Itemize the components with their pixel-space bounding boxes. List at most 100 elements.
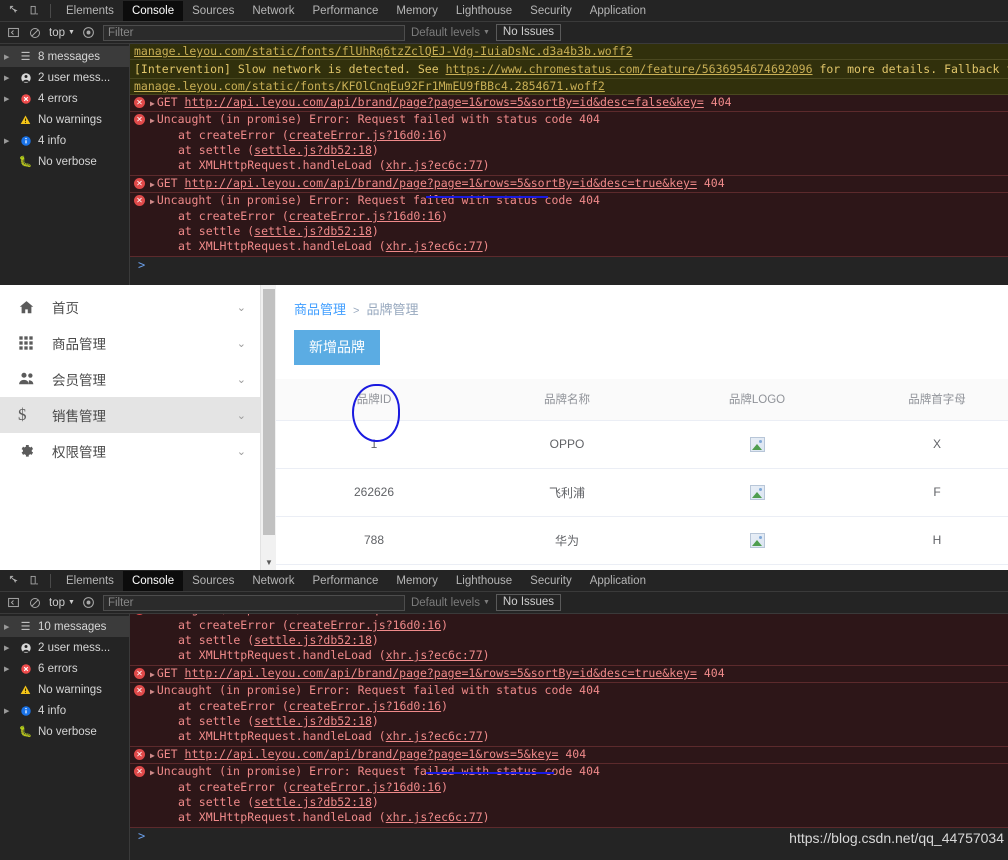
expand-arrow-icon[interactable]: ▶ xyxy=(150,99,155,108)
chevron-down-icon[interactable]: ⌄ xyxy=(237,301,246,314)
console-error-get-row[interactable]: ✕ ▶ GET http://api.leyou.com/api/brand/pag… xyxy=(130,666,1008,683)
sidebar-item-verbose[interactable]: ▶ 🐛 No verbose xyxy=(0,151,129,172)
clear-console-icon[interactable] xyxy=(27,25,43,41)
tab-lighthouse[interactable]: Lighthouse xyxy=(447,1,521,21)
table-row[interactable]: 1 OPPO X xyxy=(276,420,1008,469)
expand-triangle-icon[interactable]: ▶ xyxy=(4,644,13,652)
console-warning-row[interactable]: [Intervention] Slow network is detected.… xyxy=(130,60,1008,79)
tab-application[interactable]: Application xyxy=(581,571,655,591)
request-url-link[interactable]: http://api.leyou.com/api/brand/page?page… xyxy=(185,176,697,190)
sidebar-item-permission-management[interactable]: 权限管理 ⌄ xyxy=(0,433,260,469)
tab-memory[interactable]: Memory xyxy=(387,571,447,591)
chevron-down-icon[interactable]: ⌄ xyxy=(237,445,246,458)
table-row[interactable]: 262626 飞利浦 F xyxy=(276,468,1008,517)
font-url-link[interactable]: manage.leyou.com/static/fonts/flUhRq6tzZ… xyxy=(134,44,633,58)
source-link[interactable]: xhr.js?ec6c:77 xyxy=(386,810,483,824)
console-warning-row[interactable]: manage.leyou.com/static/fonts/flUhRq6tzZ… xyxy=(130,44,1008,60)
chevron-down-icon[interactable]: ⌄ xyxy=(237,337,246,350)
no-issues-button[interactable]: No Issues xyxy=(495,24,562,41)
source-link[interactable]: xhr.js?ec6c:77 xyxy=(386,648,483,662)
execution-context-selector[interactable]: top ▼ xyxy=(49,27,75,39)
console-filter-input[interactable]: Filter xyxy=(102,594,405,611)
breadcrumb-parent[interactable]: 商品管理 xyxy=(294,302,346,317)
add-brand-button[interactable]: 新增品牌 xyxy=(294,330,380,365)
log-levels-selector[interactable]: Default levels ▼ xyxy=(411,597,490,609)
tab-console[interactable]: Console xyxy=(122,570,184,591)
expand-arrow-icon[interactable]: ▶ xyxy=(150,768,155,777)
source-link[interactable]: createError.js?16d0:16 xyxy=(289,699,441,713)
expand-arrow-icon[interactable]: ▶ xyxy=(150,116,155,125)
console-error-stack-row[interactable]: ✕▶Uncaught (in promise) Error: Request f… xyxy=(130,112,1008,176)
live-expression-icon[interactable] xyxy=(81,595,97,611)
scroll-down-arrow-icon[interactable]: ▼ xyxy=(261,555,277,569)
column-header-brand-letter[interactable]: 品牌首字母 xyxy=(852,379,1008,421)
source-link[interactable]: xhr.js?ec6c:77 xyxy=(386,729,483,743)
clear-console-icon[interactable] xyxy=(27,595,43,611)
tab-performance[interactable]: Performance xyxy=(304,1,388,21)
expand-triangle-icon[interactable]: ▶ xyxy=(4,74,13,82)
tab-console[interactable]: Console xyxy=(122,0,184,21)
device-toolbar-icon[interactable] xyxy=(24,2,44,20)
expand-triangle-icon[interactable]: ▶ xyxy=(4,623,13,631)
sidebar-item-verbose[interactable]: ▶ 🐛 No verbose xyxy=(0,721,129,742)
live-expression-icon[interactable] xyxy=(81,25,97,41)
column-header-brand-logo[interactable]: 品牌LOGO xyxy=(662,379,852,421)
expand-arrow-icon[interactable]: ▶ xyxy=(150,180,155,189)
console-log-area-bottom[interactable]: ✕▶Uncaught (in promise) Error: Request f… xyxy=(130,614,1008,860)
expand-triangle-icon[interactable]: ▶ xyxy=(4,95,13,103)
expand-triangle-icon[interactable]: ▶ xyxy=(4,137,13,145)
expand-triangle-icon[interactable]: ▶ xyxy=(4,665,13,673)
page-scrollbar[interactable]: ▼ xyxy=(260,285,276,570)
console-prompt[interactable]: > xyxy=(130,257,1008,274)
tab-memory[interactable]: Memory xyxy=(387,1,447,21)
expand-arrow-icon[interactable]: ▶ xyxy=(150,614,155,615)
request-url-link[interactable]: http://api.leyou.com/api/brand/page?page… xyxy=(185,747,559,761)
column-header-brand-name[interactable]: 品牌名称 xyxy=(472,379,662,421)
table-row[interactable]: 788 华为 H xyxy=(276,516,1008,565)
no-issues-button[interactable]: No Issues xyxy=(495,594,562,611)
sidebar-item-warnings[interactable]: ▶ No warnings xyxy=(0,109,129,130)
console-warning-row[interactable]: manage.leyou.com/static/fonts/KFOlCnqEu9… xyxy=(130,79,1008,95)
request-url-link[interactable]: http://api.leyou.com/api/brand/page?page… xyxy=(185,95,704,109)
sidebar-item-warnings[interactable]: ▶ No warnings xyxy=(0,679,129,700)
tab-lighthouse[interactable]: Lighthouse xyxy=(447,571,521,591)
source-link[interactable]: createError.js?16d0:16 xyxy=(289,209,441,223)
source-link[interactable]: xhr.js?ec6c:77 xyxy=(386,158,483,172)
tab-security[interactable]: Security xyxy=(521,571,581,591)
sidebar-item-product-management[interactable]: 商品管理 ⌄ xyxy=(0,325,260,361)
source-link[interactable]: createError.js?16d0:16 xyxy=(289,128,441,142)
tab-elements[interactable]: Elements xyxy=(57,1,123,21)
expand-triangle-icon[interactable]: ▶ xyxy=(4,707,13,715)
expand-triangle-icon[interactable]: ▶ xyxy=(4,53,13,61)
sidebar-item-user-messages[interactable]: ▶ 2 user mess... xyxy=(0,637,129,658)
expand-arrow-icon[interactable]: ▶ xyxy=(150,751,155,760)
tab-sources[interactable]: Sources xyxy=(183,1,243,21)
console-error-get-row[interactable]: ✕ ▶ GET http://api.leyou.com/api/brand/pag… xyxy=(130,747,1008,764)
scrollbar-thumb[interactable] xyxy=(263,289,275,535)
source-link[interactable]: settle.js?db52:18 xyxy=(254,143,372,157)
sidebar-item-messages[interactable]: ▶ ☰ 10 messages xyxy=(0,616,129,637)
expand-arrow-icon[interactable]: ▶ xyxy=(150,670,155,679)
sidebar-item-messages[interactable]: ▶ ☰ 8 messages xyxy=(0,46,129,67)
console-log-area-top[interactable]: manage.leyou.com/static/fonts/flUhRq6tzZ… xyxy=(130,44,1008,285)
tab-elements[interactable]: Elements xyxy=(57,571,123,591)
device-toolbar-icon[interactable] xyxy=(24,572,44,590)
inspect-element-icon[interactable] xyxy=(4,2,24,20)
console-error-stack-row[interactable]: ✕▶Uncaught (in promise) Error: Request f… xyxy=(130,683,1008,747)
tab-application[interactable]: Application xyxy=(581,1,655,21)
source-link[interactable]: settle.js?db52:18 xyxy=(254,714,372,728)
column-header-brand-id[interactable]: 品牌ID xyxy=(276,379,472,421)
chevron-down-icon[interactable]: ⌄ xyxy=(237,373,246,386)
sidebar-item-errors[interactable]: ▶ 4 errors xyxy=(0,88,129,109)
sidebar-item-home[interactable]: 首页 ⌄ xyxy=(0,289,260,325)
sidebar-item-member-management[interactable]: 会员管理 ⌄ xyxy=(0,361,260,397)
expand-arrow-icon[interactable]: ▶ xyxy=(150,687,155,696)
source-link[interactable]: settle.js?db52:18 xyxy=(254,633,372,647)
console-error-stack-row[interactable]: ✕▶Uncaught (in promise) Error: Request f… xyxy=(130,193,1008,257)
sidebar-item-user-messages[interactable]: ▶ 2 user mess... xyxy=(0,67,129,88)
source-link[interactable]: settle.js?db52:18 xyxy=(254,224,372,238)
chevron-down-icon[interactable]: ⌄ xyxy=(237,409,246,422)
sidebar-item-sales-management[interactable]: $ 销售管理 ⌄ xyxy=(0,397,260,433)
log-levels-selector[interactable]: Default levels ▼ xyxy=(411,27,490,39)
tab-performance[interactable]: Performance xyxy=(304,571,388,591)
